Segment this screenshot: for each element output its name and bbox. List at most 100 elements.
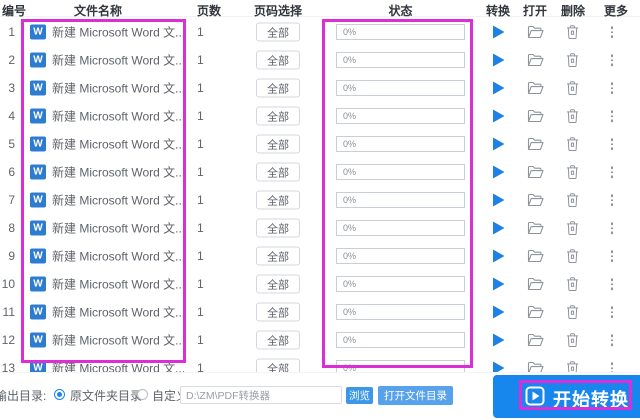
convert-play-icon[interactable] <box>492 221 505 235</box>
progress-bar: 0% <box>336 332 465 348</box>
file-name: 新建 Microsoft Word 文... <box>52 221 186 236</box>
delete-trash-icon[interactable] <box>566 333 579 348</box>
convert-play-icon[interactable] <box>492 25 505 39</box>
progress-bar: 0% <box>336 80 465 96</box>
convert-play-icon[interactable] <box>492 249 505 263</box>
delete-trash-icon[interactable] <box>566 221 579 236</box>
open-folder-icon[interactable] <box>527 137 544 151</box>
table-row: 6 W 新建 Microsoft Word 文... 1 全部 0% <box>0 158 640 186</box>
open-folder-icon[interactable] <box>527 109 544 123</box>
browse-button[interactable]: 浏览 <box>346 387 373 404</box>
header-filename: 文件名称 <box>73 4 122 18</box>
progress-bar: 0% <box>336 108 465 124</box>
page-count: 1 <box>197 81 204 95</box>
custom-path-input[interactable] <box>180 386 342 404</box>
delete-trash-icon[interactable] <box>566 277 579 292</box>
page-select-button[interactable]: 全部 <box>256 78 300 98</box>
more-options-icon[interactable] <box>607 222 617 234</box>
open-folder-icon[interactable] <box>527 81 544 95</box>
convert-play-icon[interactable] <box>492 333 505 347</box>
table-row: 11 W 新建 Microsoft Word 文... 1 全部 0% <box>0 298 640 326</box>
open-folder-icon[interactable] <box>527 193 544 207</box>
page-select-button[interactable]: 全部 <box>256 358 300 372</box>
radio-custom[interactable] <box>137 389 148 400</box>
page-select-button[interactable]: 全部 <box>256 302 300 322</box>
more-options-icon[interactable] <box>607 250 617 262</box>
convert-play-icon[interactable] <box>492 193 505 207</box>
page-select-button[interactable]: 全部 <box>256 162 300 182</box>
page-select-button[interactable]: 全部 <box>256 134 300 154</box>
open-folder-icon[interactable] <box>527 305 544 319</box>
file-name: 新建 Microsoft Word 文... <box>52 249 186 264</box>
page-select-button[interactable]: 全部 <box>256 218 300 238</box>
row-number: 12 <box>1 333 15 347</box>
convert-play-icon[interactable] <box>492 277 505 291</box>
open-folder-icon[interactable] <box>527 277 544 291</box>
word-file-icon: W <box>30 248 46 264</box>
page-select-button[interactable]: 全部 <box>256 50 300 70</box>
file-name: 新建 Microsoft Word 文... <box>52 25 186 40</box>
more-options-icon[interactable] <box>607 306 617 318</box>
file-name: 新建 Microsoft Word 文... <box>52 193 186 208</box>
delete-trash-icon[interactable] <box>566 361 579 372</box>
convert-play-icon[interactable] <box>492 165 505 179</box>
convert-play-icon[interactable] <box>492 53 505 67</box>
open-folder-icon[interactable] <box>527 361 544 372</box>
word-file-icon: W <box>30 360 46 372</box>
more-options-icon[interactable] <box>607 26 617 38</box>
radio-original-folder[interactable] <box>54 389 65 400</box>
word-file-icon: W <box>30 136 46 152</box>
open-folder-icon[interactable] <box>527 25 544 39</box>
page-count: 1 <box>197 221 204 235</box>
delete-trash-icon[interactable] <box>566 25 579 40</box>
more-options-icon[interactable] <box>607 110 617 122</box>
page-select-button[interactable]: 全部 <box>256 274 300 294</box>
radio-original-folder-label: 原文件夹目录 <box>70 389 143 403</box>
more-options-icon[interactable] <box>607 166 617 178</box>
open-folder-icon[interactable] <box>527 249 544 263</box>
delete-trash-icon[interactable] <box>566 137 579 152</box>
delete-trash-icon[interactable] <box>566 305 579 320</box>
convert-play-icon[interactable] <box>492 109 505 123</box>
delete-trash-icon[interactable] <box>566 193 579 208</box>
table-row: 8 W 新建 Microsoft Word 文... 1 全部 0% <box>0 214 640 242</box>
convert-play-icon[interactable] <box>492 305 505 319</box>
table-row: 5 W 新建 Microsoft Word 文... 1 全部 0% <box>0 130 640 158</box>
more-options-icon[interactable] <box>607 82 617 94</box>
open-folder-icon[interactable] <box>527 221 544 235</box>
more-options-icon[interactable] <box>607 362 617 372</box>
open-dir-button[interactable]: 打开文件目录 <box>378 386 453 405</box>
row-number: 6 <box>8 165 15 179</box>
delete-trash-icon[interactable] <box>566 53 579 68</box>
more-options-icon[interactable] <box>607 138 617 150</box>
word-file-icon: W <box>30 24 46 40</box>
row-number: 11 <box>2 305 15 319</box>
delete-trash-icon[interactable] <box>566 109 579 124</box>
more-options-icon[interactable] <box>607 194 617 206</box>
row-number: 2 <box>8 53 15 67</box>
open-folder-icon[interactable] <box>527 53 544 67</box>
page-count: 1 <box>197 53 204 67</box>
convert-play-icon[interactable] <box>492 81 505 95</box>
page-select-button[interactable]: 全部 <box>256 330 300 350</box>
word-file-icon: W <box>30 220 46 236</box>
open-folder-icon[interactable] <box>527 333 544 347</box>
start-convert-label: 开始转换 <box>553 390 629 410</box>
convert-play-icon[interactable] <box>492 361 505 372</box>
start-convert-button[interactable]: 开始转换 <box>493 375 640 418</box>
word-file-icon: W <box>30 192 46 208</box>
open-folder-icon[interactable] <box>527 165 544 179</box>
convert-play-icon[interactable] <box>492 137 505 151</box>
more-options-icon[interactable] <box>607 54 617 66</box>
page-select-button[interactable]: 全部 <box>256 22 300 42</box>
page-select-button[interactable]: 全部 <box>256 190 300 210</box>
delete-trash-icon[interactable] <box>566 249 579 264</box>
more-options-icon[interactable] <box>607 334 617 346</box>
delete-trash-icon[interactable] <box>566 81 579 96</box>
progress-bar: 0% <box>336 136 465 152</box>
delete-trash-icon[interactable] <box>566 165 579 180</box>
page-select-button[interactable]: 全部 <box>256 106 300 126</box>
more-options-icon[interactable] <box>607 278 617 290</box>
page-select-button[interactable]: 全部 <box>256 246 300 266</box>
page-count: 1 <box>197 25 204 39</box>
